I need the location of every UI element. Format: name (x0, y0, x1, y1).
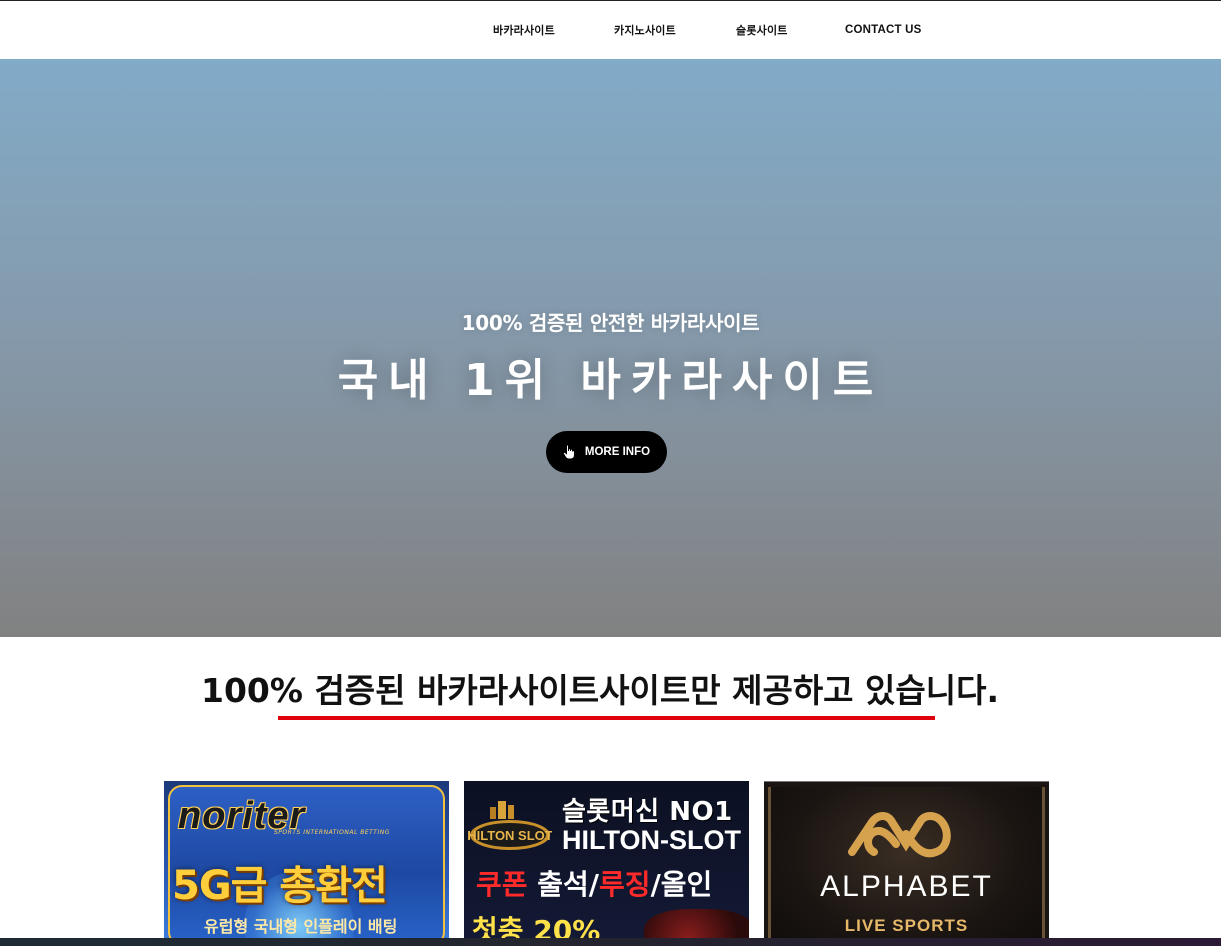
alphabet-subtitle: LIVE SPORTS (844, 916, 969, 935)
hero-title: 국내 1위 바카라사이트 (337, 355, 884, 406)
section-heading: 100% 검증된 바카라사이트사이트만 제공하고 있습니다. (201, 671, 999, 710)
noriter-tagline: 유럽형 국내형 인플레이 배팅 (204, 917, 398, 936)
svg-text:HILTON SLOT: HILTON SLOT (468, 828, 552, 843)
banner-alphabet[interactable]: ALPHABET LIVE SPORTS (764, 781, 1049, 946)
coupon-text: 쿠폰 (476, 868, 528, 901)
hand-pointer-icon (563, 445, 575, 459)
banner-noriter[interactable]: noriter SPORTS INTERNATIONAL BETTING 5G급… (164, 781, 449, 946)
more-info-button[interactable]: MORE INFO (546, 431, 667, 473)
heading-underline (278, 716, 935, 720)
banner-hilton-slot[interactable]: HILTON SLOT 슬롯머신 NO1 HILTON-SLOT 쿠폰 출석/루… (464, 781, 749, 946)
hilton-line3: 쿠폰 출석/루징/올인 (476, 863, 712, 903)
more-info-label: MORE INFO (584, 446, 651, 458)
allin-text: /올인 (650, 868, 713, 901)
hilton-slot-logo: HILTON SLOT (468, 801, 552, 850)
losing-text: 루징 (599, 868, 651, 901)
nav-item-baccarat[interactable]: 바카라사이트 (493, 22, 555, 38)
top-navbar: 바카라사이트 카지노사이트 슬롯사이트 CONTACT US (0, 1, 1221, 59)
alphabet-wordmark: ALPHABET (820, 870, 993, 903)
noriter-headline: 5G급 총환전 (172, 863, 388, 909)
hero-section: 100% 검증된 안전한 바카라사이트 국내 1위 바카라사이트 MORE IN… (0, 59, 1221, 637)
nav-item-casino[interactable]: 카지노사이트 (614, 22, 676, 38)
noriter-logo-subtitle: SPORTS INTERNATIONAL BETTING (274, 829, 390, 836)
hilton-line2: HILTON-SLOT (562, 825, 741, 855)
hero-subtitle: 100% 검증된 안전한 바카라사이트 (461, 311, 760, 335)
attendance-text: 출석/ (527, 868, 600, 901)
nav-item-slot[interactable]: 슬롯사이트 (736, 22, 788, 38)
bottom-strip (0, 938, 1221, 946)
alphabet-logo-icon (848, 812, 951, 858)
hilton-line1: 슬롯머신 NO1 (562, 797, 733, 827)
nav-item-contact[interactable]: CONTACT US (845, 24, 922, 36)
